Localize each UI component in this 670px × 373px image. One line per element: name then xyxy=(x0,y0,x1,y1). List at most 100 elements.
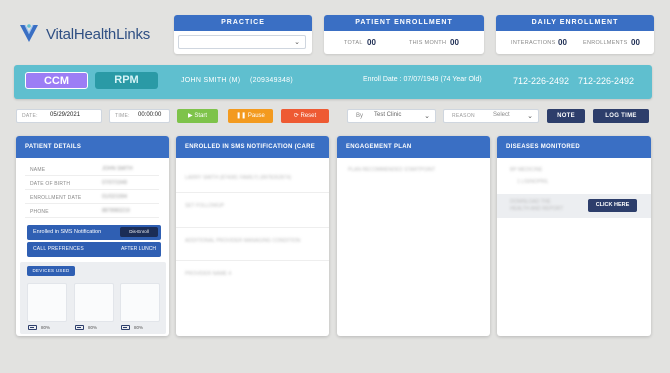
by-label: By xyxy=(356,113,364,119)
engagement-line: PLAN RECOMMENDED STARTPOINT xyxy=(348,167,436,173)
engagement-plan-title: ENGAGEMENT PLAN xyxy=(337,136,490,158)
battery-level: 80% xyxy=(88,325,98,330)
diseases-monitored-panel: DISEASES MONITORED BP MEDICINE 1 LISINOP… xyxy=(497,136,651,336)
rpm-toggle[interactable]: RPM xyxy=(95,72,158,89)
detail-label: DATE OF BIRTH xyxy=(30,181,71,187)
care-team-member: LARRY SMITH (874081 FAMILY) (8978262874) xyxy=(185,175,292,181)
patient-id: (209349348) xyxy=(250,77,293,84)
reset-button[interactable]: ⟳ Reset xyxy=(281,109,329,123)
time-label: TIME: xyxy=(115,113,130,119)
enrollments-value: 00 xyxy=(631,38,640,47)
time-field[interactable]: TIME: 00:00:00 xyxy=(109,109,170,123)
reason-value: Select xyxy=(493,112,510,118)
divider xyxy=(176,260,329,261)
total-label: TOTAL xyxy=(344,40,363,46)
date-field[interactable]: DATE: 05/29/2021 xyxy=(16,109,102,123)
device-card[interactable] xyxy=(120,283,160,322)
chevron-down-icon: ⌄ xyxy=(294,39,300,46)
daily-enrollment-title: DAILY ENROLLMENT xyxy=(496,15,654,31)
by-value: Test Clinic xyxy=(374,112,402,118)
disease-line: 1 LISINOPRIL xyxy=(517,179,549,185)
brand-logo: VitalHealthLinks xyxy=(18,22,150,46)
battery-icon xyxy=(121,325,130,330)
chevron-down-icon: ⌄ xyxy=(527,113,533,120)
ccm-toggle[interactable]: CCM xyxy=(25,72,88,89)
pause-button[interactable]: ❚❚ Pause xyxy=(228,109,273,123)
detail-label: PHONE xyxy=(30,209,49,215)
phone-secondary: 712-226-2492 xyxy=(578,76,635,86)
disease-line: BP MEDICINE xyxy=(510,167,543,173)
practice-title: PRACTICE xyxy=(174,15,312,31)
detail-value: JOHN SMITH xyxy=(102,166,133,172)
start-label: Start xyxy=(194,113,207,119)
pause-icon: ❚❚ xyxy=(236,113,247,119)
call-preferences-value: AFTER LUNCH xyxy=(120,246,156,252)
start-button[interactable]: ▶ Start xyxy=(177,109,218,123)
sms-enrolled-label: Enrolled in SMS Notification xyxy=(33,229,102,235)
dis-enroll-button[interactable]: Dis-Enroll xyxy=(120,227,158,237)
divider xyxy=(176,227,329,228)
detail-row-dob: DATE OF BIRTH 07/07/1949 xyxy=(25,177,159,190)
interactions-label: INTERACTIONS xyxy=(511,40,556,46)
reason-label: REASON xyxy=(452,113,475,119)
devices-used-label: DEVICES USED xyxy=(27,266,75,276)
battery-icon xyxy=(75,325,84,330)
daily-enrollment-card: DAILY ENROLLMENT INTERACTIONS 00 ENROLLM… xyxy=(496,15,654,54)
report-row: DOWNLOAD THE HEALTH AND REPORT CLICK HER… xyxy=(497,194,651,218)
note-button[interactable]: NOTE xyxy=(547,109,585,123)
date-label: DATE: xyxy=(22,113,38,119)
patient-enrollment-title: PATIENT ENROLLMENT xyxy=(324,15,484,31)
diseases-monitored-title: DISEASES MONITORED xyxy=(497,136,651,158)
divider xyxy=(176,192,329,193)
battery-icon xyxy=(28,325,37,330)
detail-row-enrollment: ENROLLMENT DATE 01/02/1994 xyxy=(25,191,159,204)
set-followup-text: SET FOLLOWUP xyxy=(185,203,225,209)
provider-name-text: PROVIDER NAME 4 xyxy=(185,271,232,277)
practice-select[interactable]: ⌄ xyxy=(178,35,306,49)
total-value: 00 xyxy=(367,38,376,47)
sms-care-team-panel: ENROLLED IN SMS NOTIFICATION (CARE TEAM)… xyxy=(176,136,329,336)
reset-label: Reset xyxy=(300,113,317,119)
call-preferences-label: CALL PREFRENCES xyxy=(33,246,84,252)
engagement-plan-panel: ENGAGEMENT PLAN PLAN RECOMMENDED STARTPO… xyxy=(337,136,490,336)
patient-name: JOHN SMITH (M) xyxy=(181,77,241,84)
this-month-value: 00 xyxy=(450,38,459,47)
chevron-down-icon: ⌄ xyxy=(424,113,430,120)
phone-primary: 712-226-2492 xyxy=(513,76,570,86)
detail-value: 8878983219 xyxy=(102,208,130,214)
detail-row-name: NAME JOHN SMITH xyxy=(25,163,159,176)
reset-icon: ⟳ xyxy=(293,113,299,119)
this-month-label: THIS MONTH xyxy=(409,40,447,46)
practice-card: PRACTICE ⌄ xyxy=(174,15,312,54)
sms-care-team-title: ENROLLED IN SMS NOTIFICATION (CARE TEAM) xyxy=(176,136,329,172)
reason-select[interactable]: REASON Select ⌄ xyxy=(443,109,539,123)
by-select[interactable]: By Test Clinic ⌄ xyxy=(347,109,436,123)
detail-label: ENROLLMENT DATE xyxy=(30,195,82,201)
battery-level: 80% xyxy=(41,325,51,330)
pause-label: Pause xyxy=(247,113,265,119)
patient-details-title: PATIENT DETAILS xyxy=(16,136,169,158)
additional-provider-text: ADDITIONAL PROVIDER MANAGING CONDITION xyxy=(185,238,301,244)
play-icon: ▶ xyxy=(188,113,193,119)
sms-enrollment-box: Enrolled in SMS Notification Dis-Enroll xyxy=(27,225,161,240)
detail-label: NAME xyxy=(30,167,46,173)
patient-enrollment-card: PATIENT ENROLLMENT TOTAL 00 THIS MONTH 0… xyxy=(324,15,484,54)
brand-name: VitalHealthLinks xyxy=(46,25,151,43)
vital-health-logo-icon xyxy=(20,24,38,42)
detail-value: 01/02/1994 xyxy=(102,194,128,200)
device-card[interactable] xyxy=(74,283,114,322)
detail-row-phone: PHONE 8878983219 xyxy=(25,205,159,218)
time-value: 00:00:00 xyxy=(138,112,162,118)
device-card[interactable] xyxy=(27,283,67,322)
battery-level: 80% xyxy=(134,325,144,330)
report-text: DOWNLOAD THE HEALTH AND REPORT xyxy=(510,199,564,212)
detail-value: 07/07/1949 xyxy=(102,180,128,186)
date-value: 05/29/2021 xyxy=(50,112,81,118)
patient-bar: CCM RPM JOHN SMITH (M) (209349348) Enrol… xyxy=(14,65,652,99)
log-time-button[interactable]: LOG TIME xyxy=(593,109,649,123)
interactions-value: 00 xyxy=(558,38,567,47)
enrollments-label: ENROLLMENTS xyxy=(583,40,628,46)
click-here-button[interactable]: CLICK HERE xyxy=(588,199,637,212)
enroll-date: Enroll Date : 07/07/1949 (74 Year Old) xyxy=(363,76,482,83)
call-preferences-box[interactable]: CALL PREFRENCES AFTER LUNCH xyxy=(27,242,161,257)
